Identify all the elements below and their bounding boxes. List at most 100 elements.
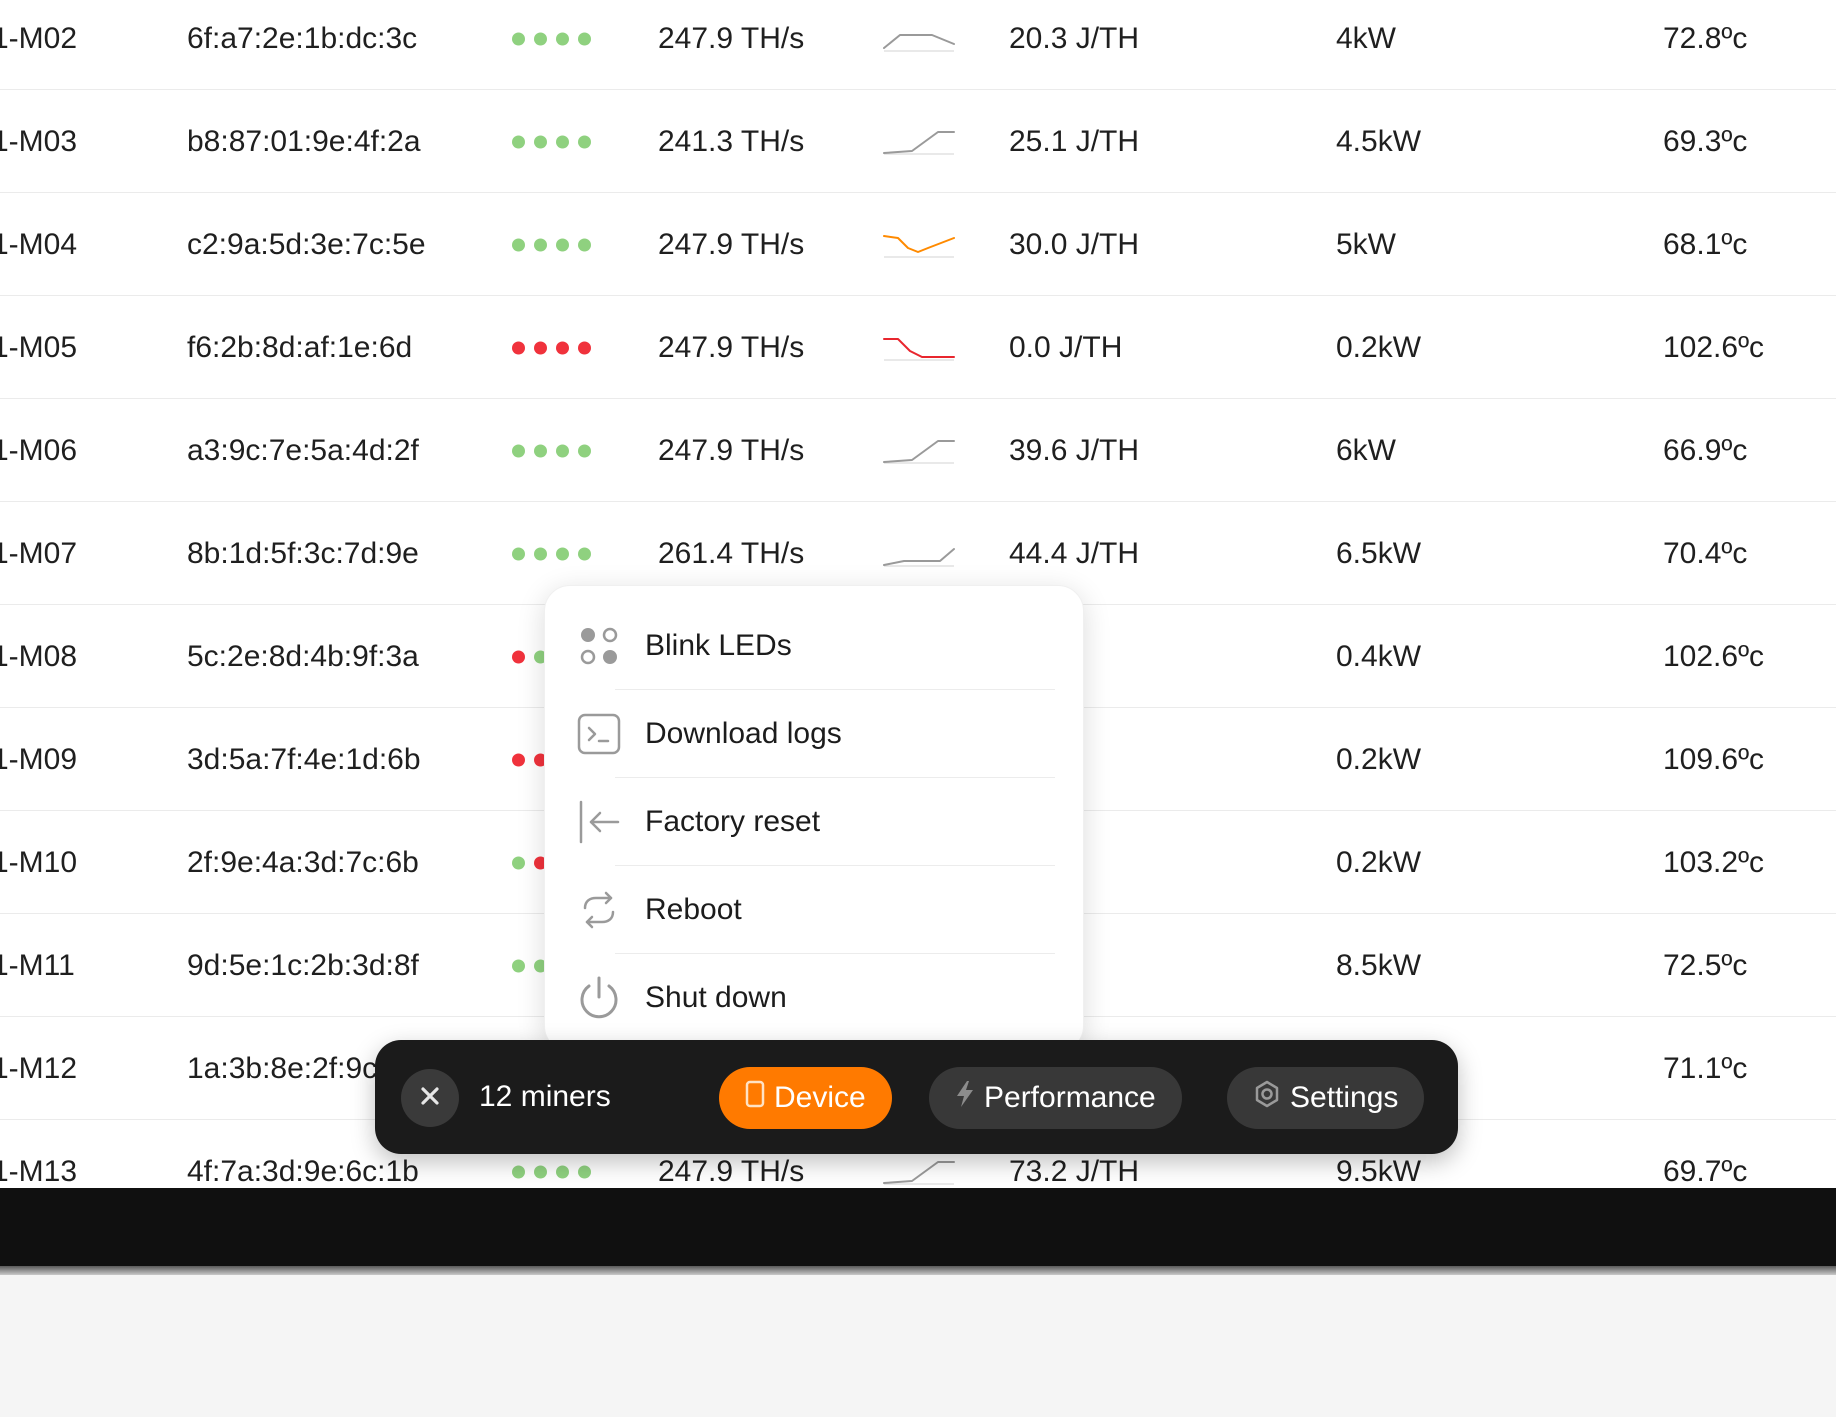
table-row[interactable]: 1-M05 f6:2b:8d:af:1e:6d 247.9 TH/s 0.0 J/TH… [0, 296, 1836, 399]
efficiency-value: 25.1 J/TH [1009, 124, 1140, 158]
led-dots-icon [575, 622, 623, 670]
sparkline-path [883, 1160, 955, 1184]
temperature-value: 69.3ºc [1663, 124, 1748, 158]
menu-item-factory-reset[interactable]: Factory reset [575, 778, 1055, 866]
menu-item-shut-down[interactable]: Shut down [575, 954, 1055, 1042]
arrow-left-to-bar-icon [575, 798, 623, 846]
mac-address: 3d:5a:7f:4e:1d:6b [187, 742, 421, 776]
mac-address: f6:2b:8d:af:1e:6d [187, 330, 413, 364]
temperature-value: 103.2ºc [1663, 845, 1765, 879]
status-dots [512, 135, 591, 148]
status-dots [512, 32, 591, 45]
menu-item-blink-leds[interactable]: Blink LEDs [575, 602, 1055, 690]
menu-item-download-logs[interactable]: Download logs [575, 690, 1055, 778]
power-value: 5kW [1336, 227, 1396, 261]
temperature-value: 71.1ºc [1663, 1051, 1748, 1085]
temperature-value: 102.6ºc [1663, 330, 1765, 364]
mac-address: c2:9a:5d:3e:7c:5e [187, 227, 426, 261]
menu-item-label: Blink LEDs [645, 629, 792, 662]
mac-address: 8b:1d:5f:3c:7d:9e [187, 536, 419, 570]
tab-device[interactable]: Device [719, 1067, 892, 1129]
table-row[interactable]: 1-M02 6f:a7:2e:1b:dc:3c 247.9 TH/s 20.3 J/T… [0, 0, 1836, 90]
status-dots [512, 650, 547, 663]
status-dot-ok [578, 238, 591, 251]
status-dot-ok [578, 32, 591, 45]
power-value: 6.5kW [1336, 536, 1422, 570]
sparkline-path [883, 33, 955, 49]
miner-name: 1-M03 [0, 124, 78, 158]
status-dot-ok [556, 444, 569, 457]
status-dots [512, 547, 591, 560]
power-value: 0.2kW [1336, 845, 1422, 879]
mac-address: 5c:2e:8d:4b:9f:3a [187, 639, 419, 673]
power-value: 9.5kW [1336, 1154, 1422, 1188]
temperature-value: 72.8ºc [1663, 21, 1748, 55]
temperature-value: 66.9ºc [1663, 433, 1748, 467]
tab-performance[interactable]: Performance [929, 1067, 1182, 1129]
mac-address: 9d:5e:1c:2b:3d:8f [187, 948, 419, 982]
status-dot-ok [556, 32, 569, 45]
status-dots [512, 1165, 591, 1178]
status-dot-ok [512, 32, 525, 45]
power-icon [575, 974, 623, 1022]
hashrate-sparkline [882, 436, 956, 466]
temperature-value: 69.7ºc [1663, 1154, 1748, 1188]
status-dot-ok [556, 238, 569, 251]
table-row[interactable]: 1-M04 c2:9a:5d:3e:7c:5e 247.9 TH/s 30.0 J/T… [0, 193, 1836, 296]
status-dots [512, 341, 591, 354]
status-dots [512, 856, 547, 869]
miner-name: 1-M13 [0, 1154, 78, 1188]
status-dot-error [512, 650, 525, 663]
status-dot-error [578, 341, 591, 354]
hashrate-value: 261.4 TH/s [658, 536, 805, 570]
table-row[interactable]: 1-M06 a3:9c:7e:5a:4d:2f 247.9 TH/s 39.6 J/T… [0, 399, 1836, 502]
power-value: 4kW [1336, 21, 1396, 55]
efficiency-value: 0.0 J/TH [1009, 330, 1123, 364]
table-row[interactable]: 1-M03 b8:87:01:9e:4f:2a 241.3 TH/s 25.1 J/T… [0, 90, 1836, 193]
status-dot-ok [512, 135, 525, 148]
efficiency-value: 39.6 J/TH [1009, 433, 1140, 467]
status-dot-error [556, 341, 569, 354]
status-dot-ok [534, 32, 547, 45]
miner-name: 1-M08 [0, 639, 78, 673]
hashrate-value: 247.9 TH/s [658, 21, 805, 55]
status-dots [512, 959, 547, 972]
power-value: 8.5kW [1336, 948, 1422, 982]
power-value: 0.2kW [1336, 330, 1422, 364]
status-dot-ok [534, 547, 547, 560]
terminal-icon [575, 710, 623, 758]
mac-address: 2f:9e:4a:3d:7c:6b [187, 845, 419, 879]
sparkline-path [883, 337, 955, 358]
status-dot-error [512, 753, 525, 766]
status-dot-ok [578, 547, 591, 560]
status-dots [512, 238, 591, 251]
refresh-icon [575, 886, 623, 934]
device-icon [745, 1080, 765, 1116]
bottom-dock [0, 1188, 1836, 1275]
miner-name: 1-M02 [0, 21, 78, 55]
status-dot-ok [534, 135, 547, 148]
status-dot-ok [578, 444, 591, 457]
hashrate-sparkline [882, 539, 956, 569]
status-dot-error [534, 341, 547, 354]
hashrate-sparkline [882, 230, 956, 260]
power-value: 6kW [1336, 433, 1396, 467]
tab-settings[interactable]: Settings [1227, 1067, 1425, 1129]
status-dots [512, 753, 547, 766]
close-icon [419, 1085, 441, 1112]
status-dot-ok [556, 1165, 569, 1178]
hashrate-sparkline [882, 24, 956, 54]
status-dots [512, 444, 591, 457]
status-dot-ok [578, 1165, 591, 1178]
power-value: 0.4kW [1336, 639, 1422, 673]
tab-label: Device [774, 1081, 866, 1114]
status-dot-ok [534, 444, 547, 457]
temperature-value: 109.6ºc [1663, 742, 1765, 776]
menu-item-reboot[interactable]: Reboot [575, 866, 1055, 954]
mac-address: a3:9c:7e:5a:4d:2f [187, 433, 419, 467]
miner-name: 1-M05 [0, 330, 78, 364]
clear-selection-button[interactable] [401, 1069, 459, 1127]
hashrate-sparkline [882, 127, 956, 157]
gear-icon [1253, 1080, 1281, 1116]
hashrate-sparkline [882, 333, 956, 363]
